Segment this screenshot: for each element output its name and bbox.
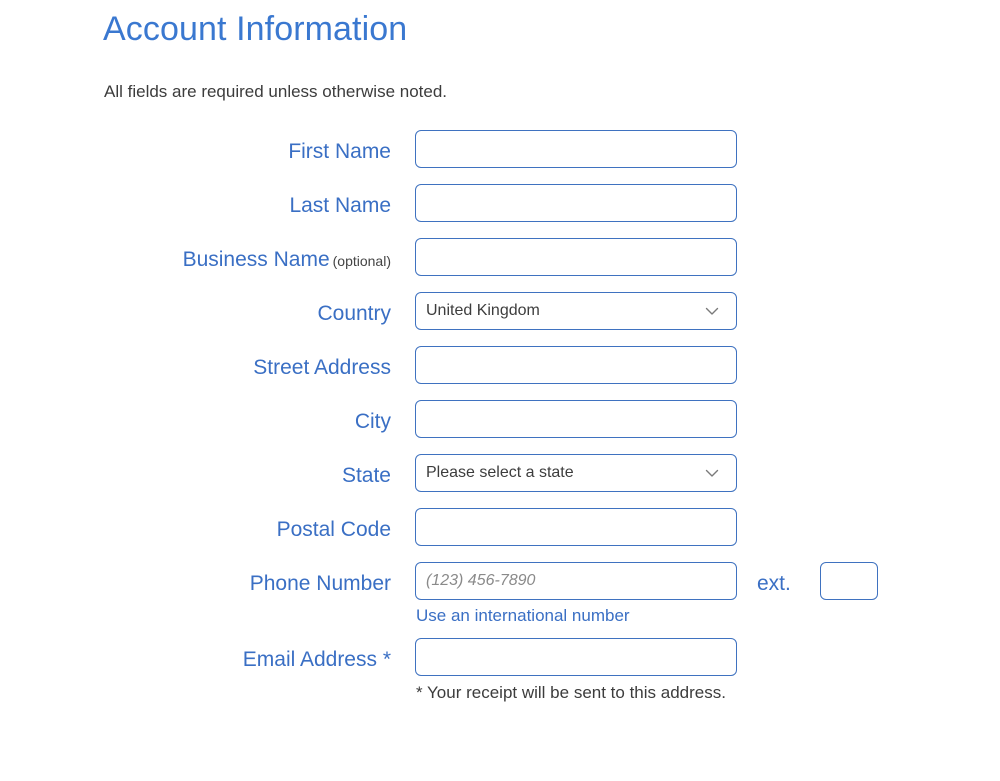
- email-receipt-note: * Your receipt will be sent to this addr…: [416, 683, 726, 702]
- field-wrap-state: Please select a state: [415, 454, 737, 492]
- city-input[interactable]: [415, 400, 737, 438]
- last-name-input[interactable]: [415, 184, 737, 222]
- phone-number-input[interactable]: [415, 562, 737, 600]
- form-row-street-address: Street Address: [0, 346, 1000, 400]
- international-number-link[interactable]: Use an international number: [416, 606, 630, 626]
- label-last-name: Last Name: [289, 194, 391, 217]
- email-address-input[interactable]: [415, 638, 737, 676]
- page-subtitle: All fields are required unless otherwise…: [104, 82, 448, 101]
- page-title: Account Information: [103, 10, 408, 48]
- field-wrap-city: [415, 400, 737, 438]
- country-select[interactable]: United Kingdom: [415, 292, 737, 330]
- label-state: State: [341, 464, 391, 487]
- form-row-first-name: First Name: [0, 130, 1000, 184]
- field-wrap-phone-number: [415, 562, 737, 600]
- account-information-form: First Name Last Name Business Name (optio…: [0, 130, 1000, 702]
- label-street-address: Street Address: [253, 356, 391, 379]
- field-wrap-last-name: [415, 184, 737, 222]
- label-business-name-optional: (optional): [332, 253, 391, 269]
- label-first-name: First Name: [288, 140, 391, 163]
- phone-extension-input[interactable]: [820, 562, 878, 600]
- label-country: Country: [317, 302, 391, 325]
- form-row-postal-code: Postal Code: [0, 508, 1000, 562]
- chevron-down-icon: [704, 303, 720, 319]
- form-row-email-address: Email Address * * Your receipt will be s…: [0, 638, 1000, 702]
- label-business-name-text: Business Name: [182, 248, 330, 271]
- field-wrap-email-address: [415, 638, 737, 676]
- form-row-city: City: [0, 400, 1000, 454]
- postal-code-input[interactable]: [415, 508, 737, 546]
- country-select-value: United Kingdom: [426, 302, 540, 319]
- field-wrap-phone-extension: [820, 562, 878, 600]
- form-row-phone-number: Phone Number ext. Use an international n…: [0, 562, 1000, 625]
- form-row-business-name: Business Name (optional): [0, 238, 1000, 292]
- field-wrap-postal-code: [415, 508, 737, 546]
- chevron-down-icon: [704, 465, 720, 481]
- state-select-value: Please select a state: [426, 464, 574, 481]
- first-name-input[interactable]: [415, 130, 737, 168]
- business-name-input[interactable]: [415, 238, 737, 276]
- state-select[interactable]: Please select a state: [415, 454, 737, 492]
- label-postal-code: Postal Code: [276, 518, 391, 541]
- label-business-name: Business Name (optional): [183, 248, 391, 272]
- label-city: City: [354, 410, 391, 433]
- label-phone-number: Phone Number: [249, 572, 391, 595]
- field-wrap-business-name: [415, 238, 737, 276]
- form-row-country: Country United Kingdom: [0, 292, 1000, 346]
- account-information-page: Account Information All fields are requi…: [0, 0, 1000, 781]
- label-phone-extension: ext.: [757, 572, 791, 595]
- label-email-address: Email Address *: [242, 648, 391, 671]
- form-row-state: State Please select a state: [0, 454, 1000, 508]
- street-address-input[interactable]: [415, 346, 737, 384]
- field-wrap-street-address: [415, 346, 737, 384]
- field-wrap-first-name: [415, 130, 737, 168]
- field-wrap-country: United Kingdom: [415, 292, 737, 330]
- form-row-last-name: Last Name: [0, 184, 1000, 238]
